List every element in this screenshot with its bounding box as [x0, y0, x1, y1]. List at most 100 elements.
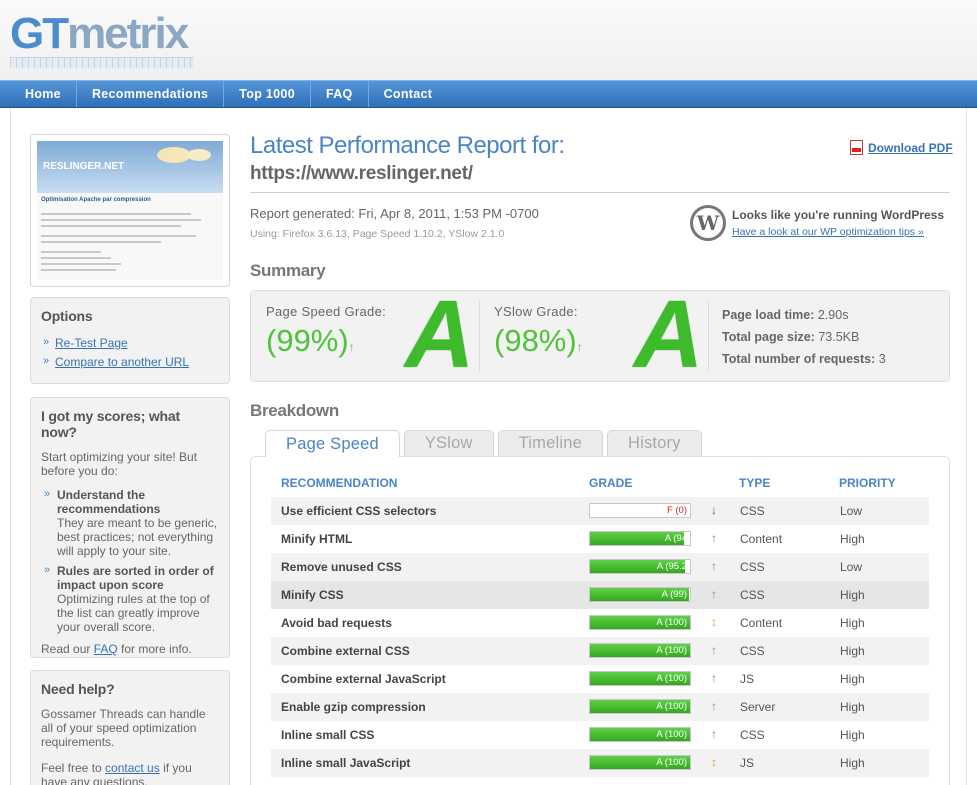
table-row[interactable]: Minify HTML A (94 ↑ Content High	[271, 525, 929, 553]
need-help-box: Need help? Gossamer Threads can handle a…	[30, 670, 230, 785]
wp-tips-link[interactable]: Have a look at our WP optimization tips …	[732, 226, 924, 238]
up-arrow-icon: ↑	[348, 340, 355, 354]
compare-url-link[interactable]: Compare to another URL	[55, 355, 189, 369]
table-row[interactable]: Inline small CSS A (100) ↑ CSS High	[271, 721, 929, 749]
scores-help-box: I got my scores; what now? Start optimiz…	[30, 397, 230, 658]
recommendation-name[interactable]: Use efficient CSS selectors	[281, 504, 436, 518]
thumbnail-text-line	[41, 235, 196, 237]
breakdown-panel: RECOMMENDATION GRADE TYPE PRIORITY Use e…	[250, 456, 950, 785]
rule-priority: Low	[840, 560, 863, 574]
thumbnail-text-line	[41, 263, 121, 265]
help-title: Need help?	[41, 681, 115, 697]
rule-type: CSS	[740, 588, 765, 602]
nav-faq[interactable]: FAQ	[311, 81, 369, 107]
nav-recommendations[interactable]: Recommendations	[77, 81, 225, 107]
retest-link[interactable]: Re-Test Page	[55, 336, 128, 350]
grade-text: A (100)	[656, 673, 687, 684]
yslow-label: YSlow Grade:	[494, 304, 578, 319]
grade-text: A (99)	[661, 589, 687, 600]
table-row[interactable]: Enable gzip compression A (100) ↑ Server Hig…	[271, 693, 929, 721]
pagespeed-pct: (99%)	[266, 323, 349, 358]
thumbnail-hat	[187, 149, 211, 161]
rule-priority: High	[840, 756, 865, 770]
pdf-icon	[850, 140, 863, 155]
table-row[interactable]: Use efficient CSS selectors F (0) ↓ CSS Low	[271, 497, 929, 525]
yslow-pct: (98%)	[494, 323, 577, 358]
table-row[interactable]: Combine external CSS A (100) ↑ CSS High	[271, 637, 929, 665]
recommendation-name[interactable]: Minify CSS	[281, 588, 344, 602]
site-header: GTmetrix	[0, 0, 977, 80]
gtmetrix-logo[interactable]: GTmetrix	[10, 8, 189, 60]
wordpress-icon: W	[690, 205, 726, 241]
summary-divider	[479, 301, 480, 371]
rule-type: CSS	[740, 560, 765, 574]
scores-tip-head: Understand the recommendations	[57, 488, 161, 516]
recommendation-name[interactable]: Inline small CSS	[281, 728, 374, 742]
tab-timeline[interactable]: Timeline	[497, 430, 603, 456]
rule-priority: High	[840, 616, 865, 630]
options-item: Re-Test Page	[43, 333, 219, 353]
nav-contact[interactable]: Contact	[369, 81, 448, 107]
download-pdf[interactable]: Download PDF	[850, 140, 953, 155]
grade-text: A (100)	[656, 729, 687, 740]
trend-down-icon: ↓	[711, 503, 717, 517]
recommendation-name[interactable]: Avoid bad requests	[281, 616, 392, 630]
grade-text: A (100)	[656, 617, 687, 628]
rule-type: CSS	[740, 504, 765, 518]
tab-history[interactable]: History	[606, 430, 702, 456]
nav-top-1000[interactable]: Top 1000	[224, 81, 311, 107]
summary-heading: Summary	[250, 261, 326, 280]
table-row[interactable]: Avoid bad requests A (100) ↕ Content High	[271, 609, 929, 637]
grade-text: A (100)	[656, 701, 687, 712]
trend-mid-icon: ↕	[711, 755, 717, 769]
rule-type: Server	[740, 700, 776, 714]
recommendation-name[interactable]: Combine external JavaScript	[281, 672, 446, 686]
faq-link[interactable]: FAQ	[94, 642, 118, 656]
yslow-grade-letter: A	[634, 281, 703, 388]
scores-box-intro: Start optimizing your site! But before y…	[41, 450, 198, 478]
table-row[interactable]: Inline small JavaScript A (100) ↕ JS High	[271, 749, 929, 777]
grade-text: A (100)	[656, 757, 687, 768]
col-recommendation: RECOMMENDATION	[281, 476, 398, 490]
table-row[interactable]: Combine external JavaScript A (100) ↑ JS Hig…	[271, 665, 929, 693]
rule-priority: High	[840, 672, 865, 686]
thumbnail-image: RESLINGER.NET Optimisation Apache par co…	[37, 141, 223, 280]
thumbnail-text-line	[41, 269, 116, 271]
options-box: Options Re-Test Page Compare to another …	[30, 297, 230, 384]
table-row[interactable]: Remove unused CSS A (95.2 ↑ CSS Low	[271, 553, 929, 581]
load-time-stat: Page load time: 2.90s	[722, 304, 886, 326]
report-url: https://www.reslinger.net/	[250, 163, 473, 184]
nav-home[interactable]: Home	[10, 81, 77, 107]
rule-priority: High	[840, 644, 865, 658]
tab-yslow[interactable]: YSlow	[403, 430, 494, 456]
page-size-label: Total page size:	[722, 330, 815, 344]
grade-bar: A (100)	[589, 671, 691, 686]
table-row[interactable]: Minify CSS A (99) ↑ CSS High	[271, 581, 929, 609]
thumbnail-hat	[157, 147, 191, 163]
recommendation-name[interactable]: Minify HTML	[281, 532, 352, 546]
thumbnail-text-line	[41, 219, 201, 221]
download-pdf-link[interactable]: Download PDF	[868, 141, 953, 155]
recommendation-name[interactable]: Combine external CSS	[281, 644, 410, 658]
load-time-value: 2.90s	[817, 308, 849, 322]
trend-mid-icon: ↕	[711, 615, 717, 629]
recommendation-name[interactable]: Remove unused CSS	[281, 560, 402, 574]
scores-tip-body: They are meant to be generic, best pract…	[57, 516, 218, 558]
requests-label: Total number of requests:	[722, 352, 876, 366]
rule-priority: High	[840, 728, 865, 742]
grade-bar: A (100)	[589, 727, 691, 742]
requests-stat: Total number of requests: 3	[722, 348, 886, 370]
grade-bar: A (99)	[589, 587, 691, 602]
rule-type: JS	[740, 672, 755, 686]
grade-bar: A (100)	[589, 643, 691, 658]
tab-page-speed[interactable]: Page Speed	[265, 430, 400, 457]
trend-up-icon: ↑	[711, 671, 717, 685]
contact-us-link[interactable]: contact us	[105, 761, 160, 775]
trend-up-icon: ↑	[711, 531, 717, 545]
page-stats: Page load time: 2.90s Total page size: 7…	[722, 304, 886, 370]
wordpress-notice: W Looks like you're running WordPress Ha…	[690, 205, 944, 241]
grade-bar: A (95.2	[589, 559, 691, 574]
recommendation-name[interactable]: Inline small JavaScript	[281, 756, 410, 770]
pagespeed-label: Page Speed Grade:	[266, 304, 387, 319]
recommendation-name[interactable]: Enable gzip compression	[281, 700, 426, 714]
